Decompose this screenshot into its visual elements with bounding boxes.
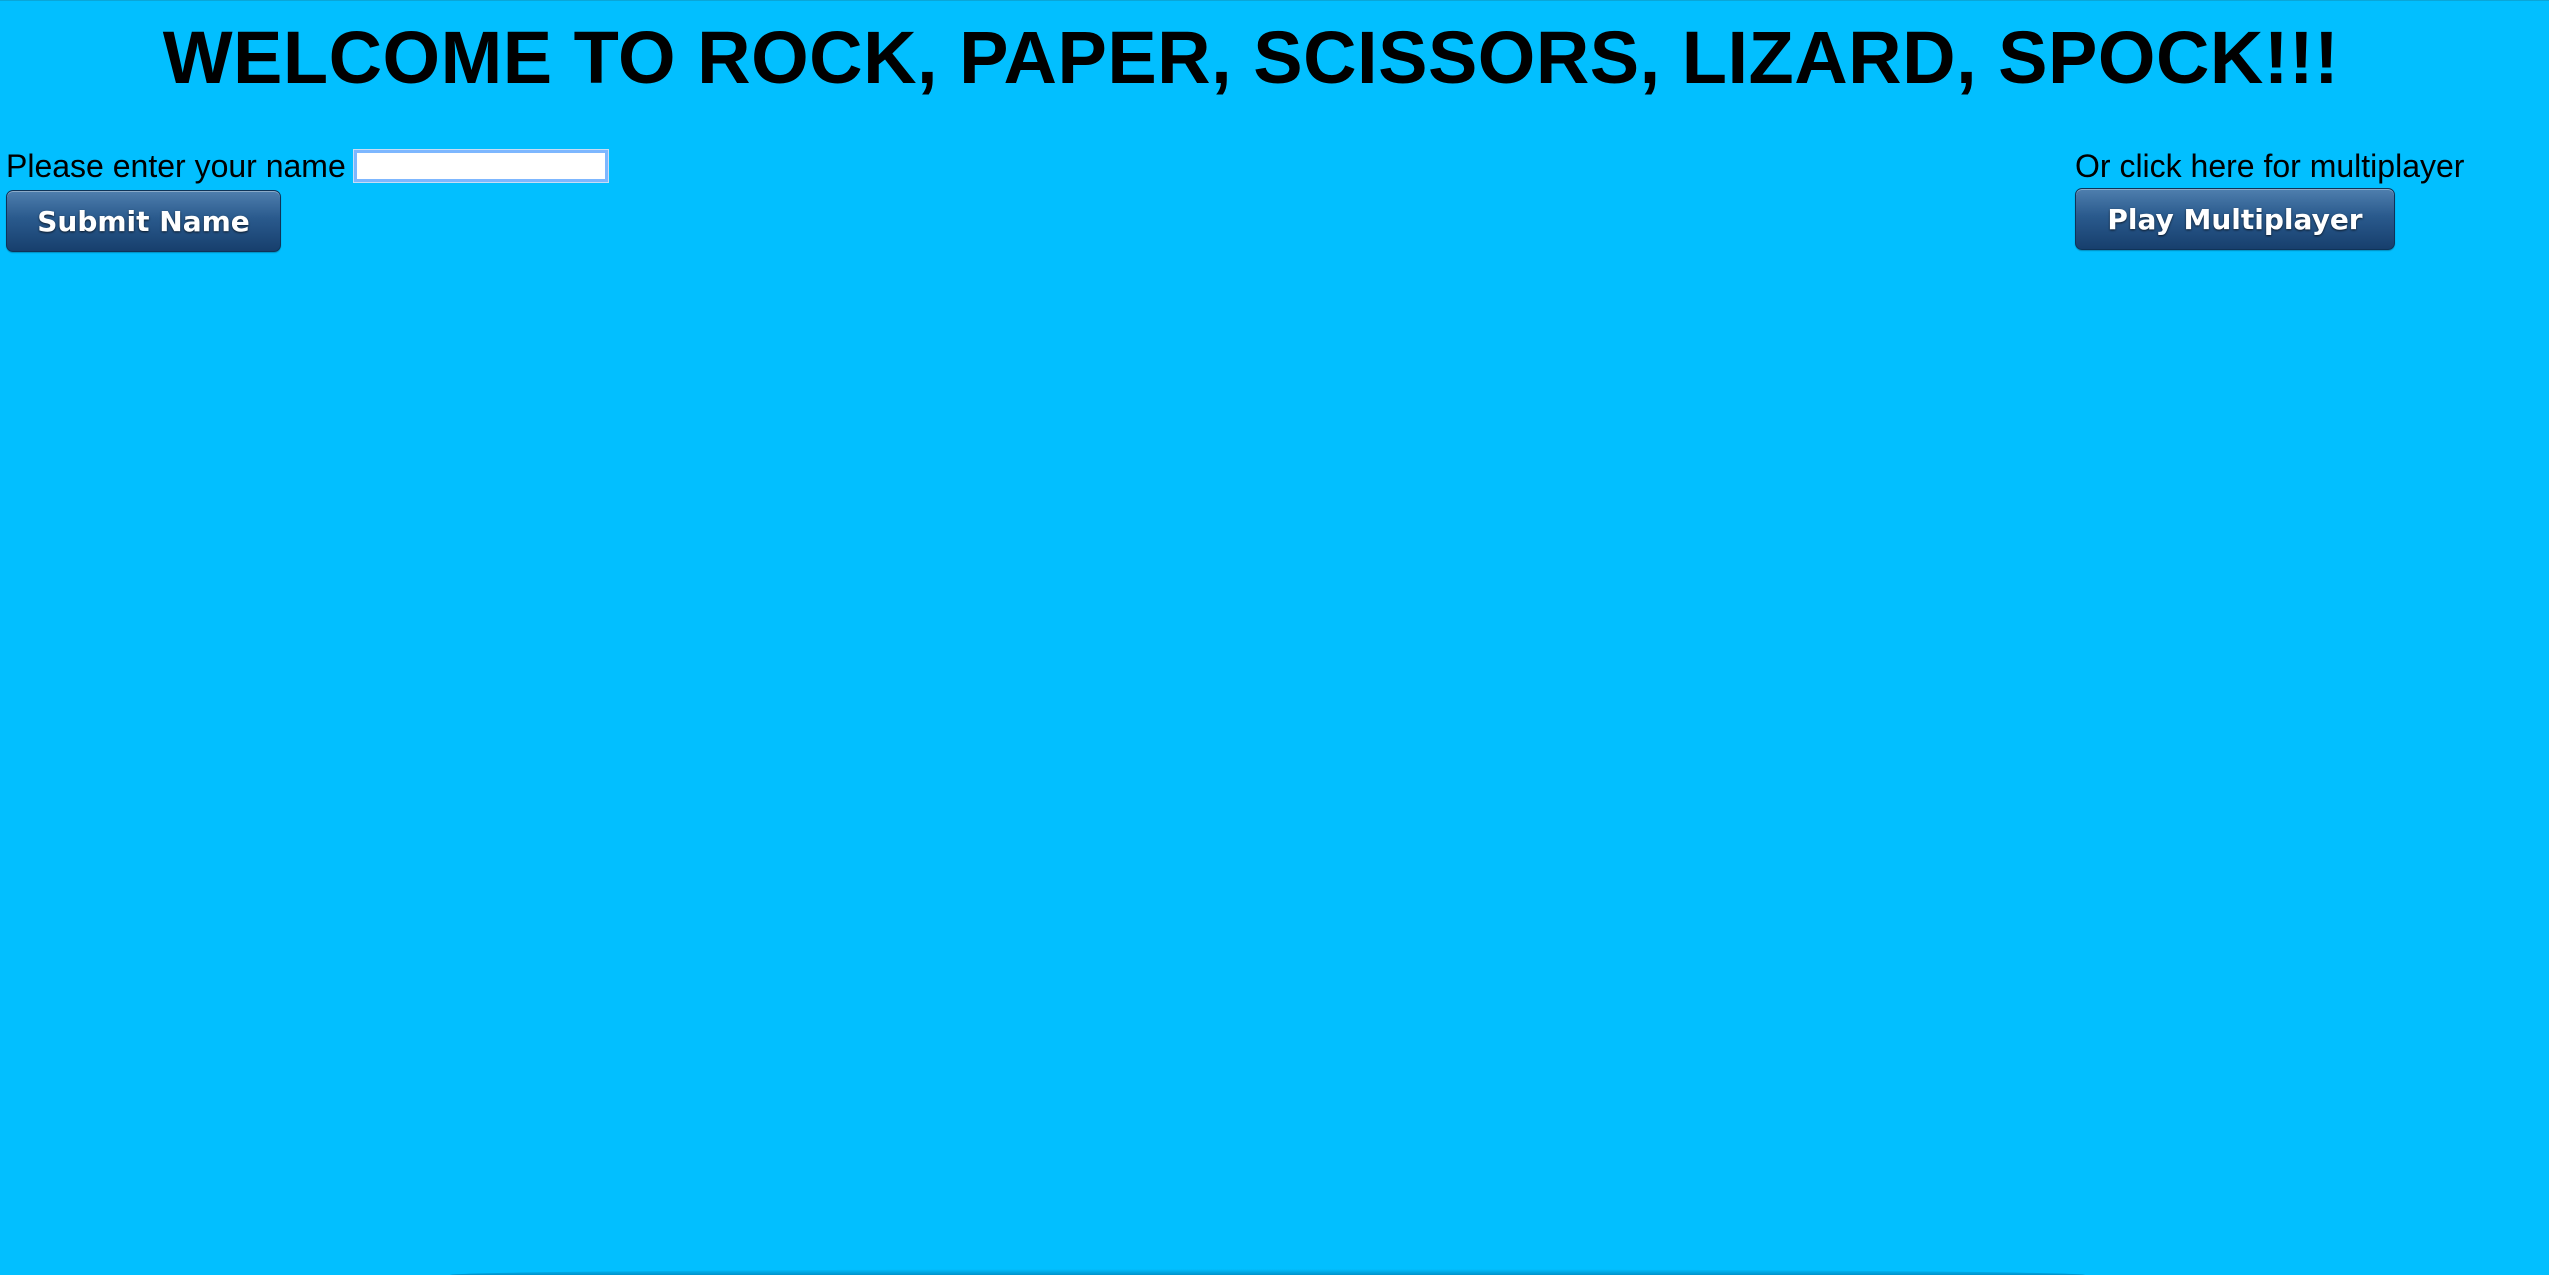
multiplayer-section: Or click here for multiplayer Play Multi… (2075, 146, 2464, 250)
name-input[interactable] (352, 149, 609, 183)
multiplayer-label: Or click here for multiplayer (2075, 148, 2465, 184)
bottom-edge-shadow (450, 1269, 2085, 1275)
play-multiplayer-button[interactable]: Play Multiplayer (2075, 188, 2395, 250)
name-form: Please enter your name Submit Name (6, 146, 609, 252)
submit-name-button[interactable]: Submit Name (6, 190, 281, 252)
game-page: WELCOME TO ROCK, PAPER, SCISSORS, LIZARD… (0, 0, 2549, 1275)
page-title: WELCOME TO ROCK, PAPER, SCISSORS, LIZARD… (162, 16, 2340, 99)
name-label: Please enter your name (6, 148, 346, 184)
name-row: Please enter your name (6, 146, 609, 186)
